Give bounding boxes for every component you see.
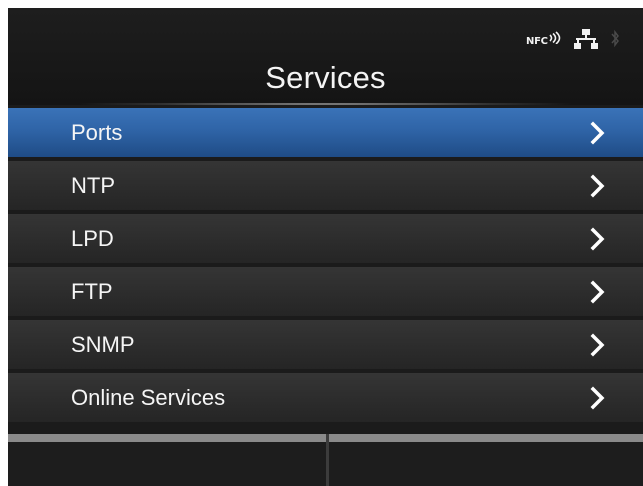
softkey-right[interactable] <box>329 442 643 486</box>
menu-item-label: LPD <box>71 226 114 251</box>
menu-item-lpd[interactable]: LPD <box>8 214 643 263</box>
nfc-waves <box>549 31 560 44</box>
title-underline <box>68 103 583 105</box>
menu-item-label: SNMP <box>71 332 135 357</box>
softkey-divider <box>326 434 329 486</box>
chevron-right-icon <box>590 333 605 357</box>
printer-screen: NFC Services Ports NTP LPD FTP SNMP Onli… <box>8 8 643 486</box>
menu-item-label: FTP <box>71 279 113 304</box>
softkey-left[interactable] <box>8 442 326 486</box>
menu-item-label: Ports <box>71 120 123 145</box>
bluetooth-icon <box>611 29 619 48</box>
menu-item-label: NTP <box>71 173 115 198</box>
chevron-right-icon <box>590 280 605 304</box>
nfc-label: NFC <box>526 36 548 47</box>
chevron-right-icon <box>590 386 605 410</box>
menu-item-online-services[interactable]: Online Services <box>8 373 643 422</box>
menu-item-ftp[interactable]: FTP <box>8 267 643 316</box>
menu-item-label: Online Services <box>71 385 226 410</box>
nfc-icon: NFC <box>526 28 562 47</box>
menu-item-ports[interactable]: Ports <box>8 108 643 157</box>
network-icon <box>573 29 598 49</box>
chevron-right-icon <box>590 227 605 251</box>
menu-item-ntp[interactable]: NTP <box>8 161 643 210</box>
page-title: Services <box>265 60 386 95</box>
chevron-right-icon <box>590 121 605 145</box>
header: NFC Services <box>8 8 643 105</box>
menu-item-snmp[interactable]: SNMP <box>8 320 643 369</box>
chevron-right-icon <box>590 174 605 198</box>
status-icons: NFC <box>526 28 620 56</box>
